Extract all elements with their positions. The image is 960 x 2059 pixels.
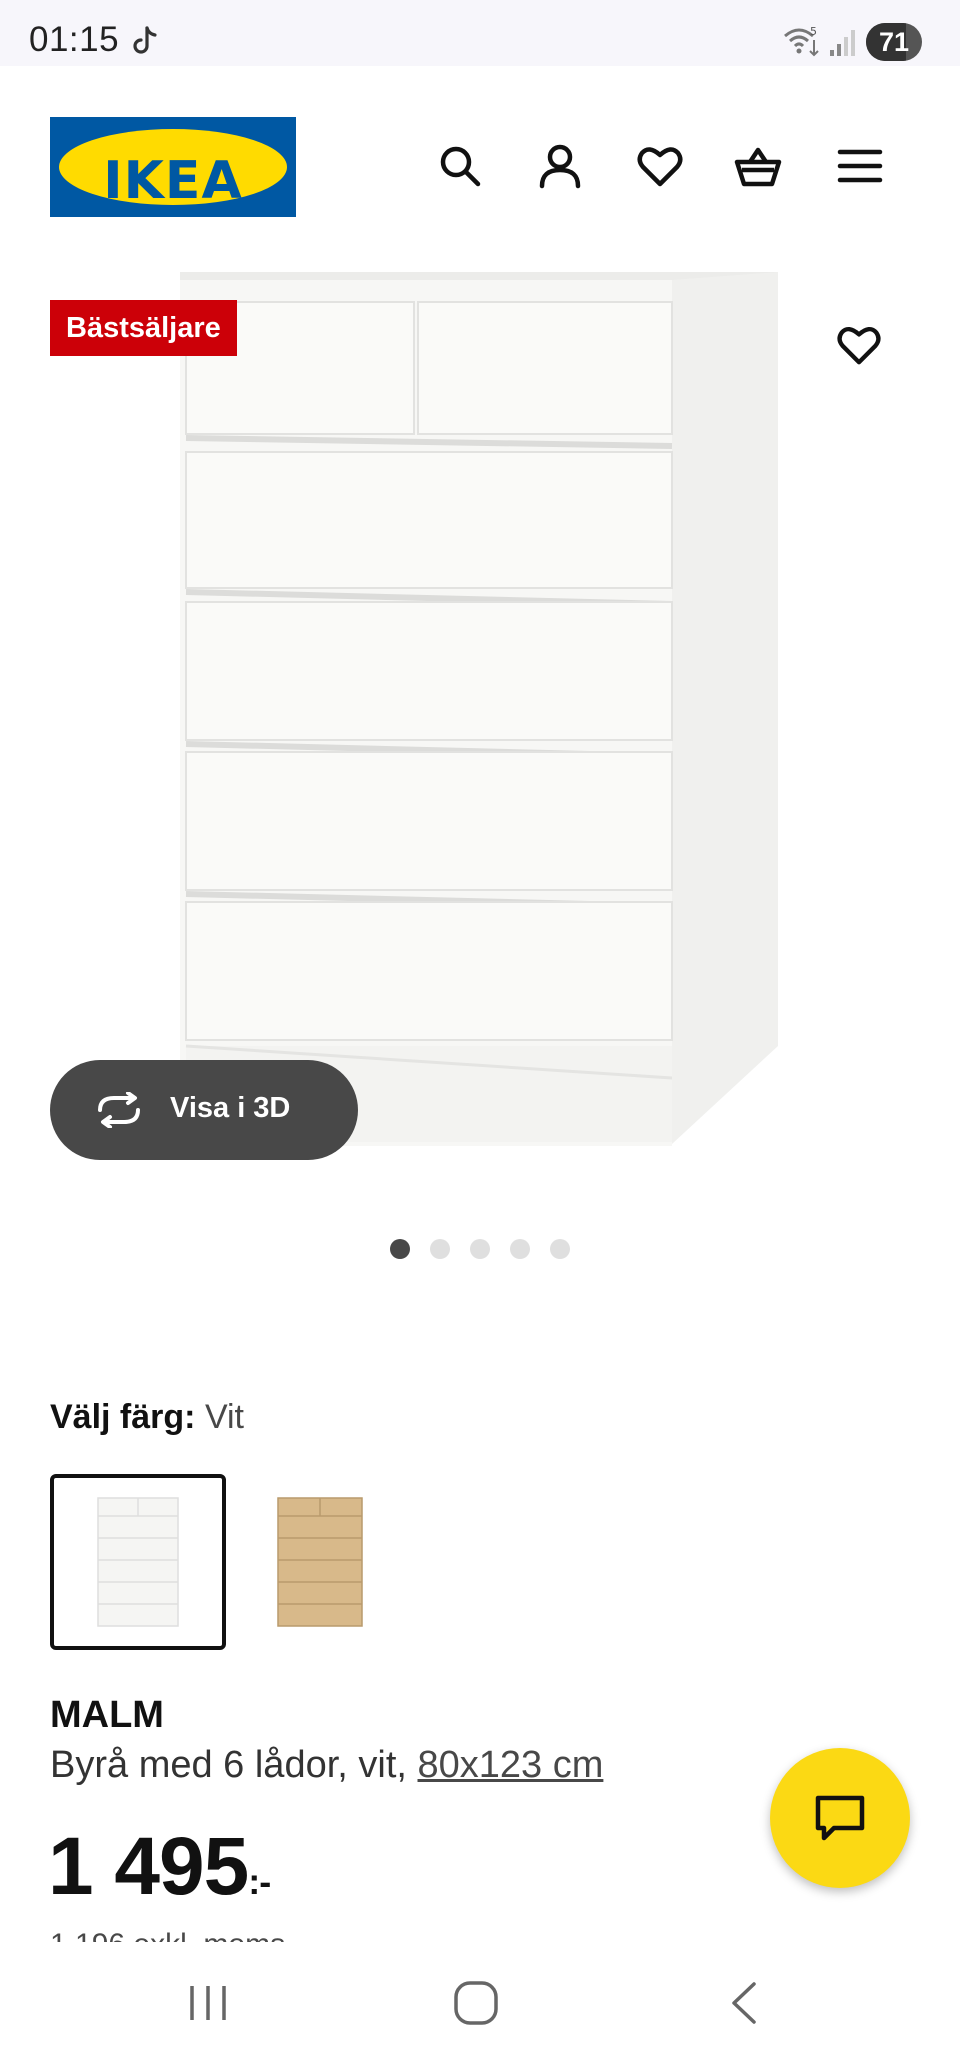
recent-apps-icon[interactable]: [178, 1978, 238, 2028]
heart-icon[interactable]: [636, 142, 684, 190]
svg-text:5: 5: [810, 25, 817, 38]
product-price: 1 495:-: [48, 1820, 271, 1914]
product-name: MALM: [50, 1694, 164, 1736]
wifi-icon: 5: [784, 25, 819, 57]
dresser-image: [180, 272, 778, 1146]
ikea-logo[interactable]: IKEA: [50, 117, 296, 217]
status-time: 01:15: [29, 20, 120, 59]
battery-icon: 71: [866, 23, 922, 61]
system-navigation-bar: [0, 1942, 960, 2059]
pagination-dot-2[interactable]: [430, 1239, 450, 1259]
price-suffix: :-: [248, 1861, 271, 1902]
product-description-text: Byrå med 6 lådor, vit,: [50, 1744, 407, 1786]
pagination-dot-3[interactable]: [470, 1239, 490, 1259]
product-description: Byrå med 6 lådor, vit, 80x123 cm: [50, 1744, 603, 1787]
oak-dresser-thumbnail: [277, 1497, 363, 1627]
product-dimensions-link[interactable]: 80x123 cm: [418, 1744, 604, 1786]
save-favorite-icon[interactable]: [836, 322, 882, 368]
color-label-text: Välj färg:: [50, 1398, 196, 1436]
price-value: 1 495: [48, 1821, 249, 1912]
chat-button[interactable]: [770, 1748, 910, 1888]
home-icon[interactable]: [446, 1978, 506, 2028]
tiktok-icon: [133, 26, 157, 54]
price-excl-vat: 1 196 exkl. moms: [50, 1928, 285, 1942]
rotate-3d-icon: [98, 1092, 140, 1128]
gallery-pagination: [390, 1239, 570, 1259]
account-icon[interactable]: [536, 142, 584, 190]
view-3d-button[interactable]: Visa i 3D: [50, 1060, 358, 1160]
search-icon[interactable]: [436, 142, 484, 190]
pagination-dot-4[interactable]: [510, 1239, 530, 1259]
logo-text: IKEA: [103, 151, 243, 211]
color-selector-label: Välj färg: Vit: [50, 1398, 244, 1437]
selected-color-value: Vit: [204, 1398, 245, 1436]
color-option-oak[interactable]: [230, 1474, 406, 1650]
bestseller-badge: Bästsäljare: [50, 300, 237, 356]
menu-icon[interactable]: [836, 142, 884, 190]
shopping-basket-icon[interactable]: [734, 142, 782, 190]
back-icon[interactable]: [716, 1978, 776, 2028]
battery-level: 71: [878, 27, 910, 57]
color-option-white[interactable]: [50, 1474, 226, 1650]
status-bar: 01:15 5 71: [0, 0, 960, 66]
pagination-dot-5[interactable]: [550, 1239, 570, 1259]
signal-icon: [830, 30, 855, 56]
view-3d-label: Visa i 3D: [170, 1092, 291, 1124]
white-dresser-thumbnail: [97, 1497, 179, 1627]
pagination-dot-1[interactable]: [390, 1239, 410, 1259]
chat-bubble-icon: [815, 1795, 865, 1841]
logo-oval: IKEA: [59, 129, 287, 211]
